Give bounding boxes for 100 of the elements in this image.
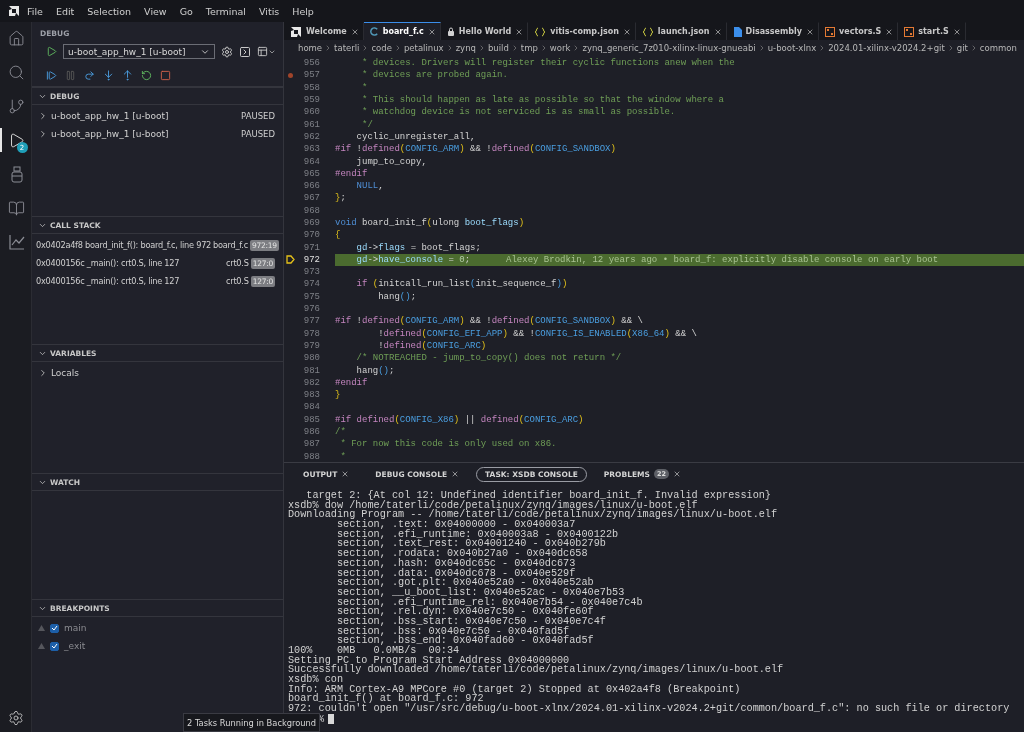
- line-number: 980: [302, 353, 320, 364]
- menu-item[interactable]: Edit: [49, 5, 81, 17]
- breadcrumb-item[interactable]: zynq_generic_7z010-xilinx-linux-gnueabi: [582, 43, 756, 53]
- line-number: 970: [302, 230, 320, 241]
- line-number: 965: [302, 168, 320, 179]
- editor-tab[interactable]: board_f.c: [363, 22, 441, 40]
- code-line: !defined(CONFIG_ARC): [377, 339, 488, 353]
- breakpoint-label[interactable]: main: [64, 623, 87, 633]
- close-icon[interactable]: [673, 470, 681, 478]
- line-number: 968: [302, 205, 320, 216]
- variable-scope[interactable]: Locals: [51, 368, 275, 378]
- breadcrumb-item[interactable]: 2024.01-xilinx-v2024.2+git: [828, 43, 945, 53]
- line-number: 958: [302, 82, 320, 93]
- close-icon[interactable]: [451, 470, 460, 478]
- launch-config-select[interactable]: u-boot_app_hw_1 [u-boot]: [63, 44, 215, 59]
- triangle-icon: [38, 625, 45, 631]
- line-number: 971: [302, 242, 320, 253]
- breakpoint-dot[interactable]: [287, 72, 293, 78]
- session-name[interactable]: u-boot_app_hw_1 [u-boot]: [51, 129, 239, 139]
- code-line: hang();: [377, 290, 418, 303]
- close-icon[interactable]: [350, 27, 359, 36]
- code-line: gd->flags = boot_flags;: [355, 241, 482, 254]
- code-line: * This should happen as late as possible so that the window where a: [361, 94, 725, 107]
- code-line: cyclic_unregister_all,: [355, 130, 477, 144]
- close-icon[interactable]: [952, 27, 961, 36]
- code-line: if (initcall_run_list(init_sequence_f)): [355, 278, 569, 291]
- breadcrumb-item[interactable]: taterli: [334, 43, 360, 53]
- close-icon[interactable]: [622, 27, 631, 36]
- chevron-right-icon[interactable]: [38, 129, 48, 139]
- terminal-line: xsdb% con: [288, 675, 345, 685]
- close-icon[interactable]: [341, 470, 350, 478]
- line-number: 959: [302, 95, 320, 106]
- menu-item[interactable]: Help: [286, 5, 320, 17]
- line-number: 967: [302, 193, 320, 204]
- notification-toast[interactable]: 2 Tasks Running in Background: [183, 713, 321, 732]
- code-line: #if !defined(CONFIG_ARM) && !defined(CONFIG_SANDBOX) && \: [335, 315, 644, 328]
- code-line: NULL,: [355, 180, 385, 193]
- stack-frame[interactable]: 0x0402a4f8 board_init_f(): board_f.c, line 972: [36, 240, 212, 250]
- text-cursor: [328, 714, 335, 725]
- line-number: 981: [302, 365, 320, 376]
- line-number: 962: [302, 131, 320, 142]
- line-number: 969: [302, 218, 320, 228]
- layout-icon[interactable]: [257, 46, 276, 57]
- code-line: void board_init_f(ulong boot_flags): [335, 217, 526, 230]
- breadcrumb-item[interactable]: common: [979, 43, 1017, 53]
- line-number: 979: [302, 340, 320, 351]
- menu-item[interactable]: Go: [173, 5, 199, 17]
- menu-item[interactable]: File: [21, 5, 49, 17]
- breadcrumb-item[interactable]: build: [487, 43, 509, 53]
- chevron-right-icon[interactable]: [38, 111, 48, 121]
- code-line: jump_to_copy,: [355, 155, 428, 168]
- terminal-icon[interactable]: [239, 45, 251, 58]
- breadcrumb-item[interactable]: home: [298, 43, 323, 53]
- menu-item[interactable]: View: [138, 5, 173, 17]
- breadcrumb-item[interactable]: u-boot-xlnx: [767, 43, 817, 53]
- line-number: 986: [302, 427, 320, 438]
- checkbox[interactable]: [50, 641, 59, 651]
- code-line: /* NOTREACHED - jump_to_copy() does not return */: [355, 352, 623, 365]
- breadcrumb-item[interactable]: petalinux: [403, 43, 444, 53]
- terminal-line: section, .text: 0x04000000 - 0x040003a7: [335, 520, 576, 530]
- line-number: 978: [302, 328, 320, 339]
- line-number: 985: [302, 414, 320, 425]
- line-number: 988: [302, 451, 320, 462]
- menu-item[interactable]: Selection: [81, 5, 138, 17]
- breadcrumb-item[interactable]: work: [549, 43, 571, 53]
- stack-frame[interactable]: 0x0400156c _main(): crt0.S, line 127: [36, 276, 225, 286]
- code-line: *: [361, 81, 369, 94]
- code-line: */: [361, 118, 374, 131]
- line-number: 976: [302, 304, 320, 315]
- chevron-right-icon[interactable]: [38, 368, 48, 378]
- checkbox[interactable]: [50, 623, 59, 633]
- breadcrumb-item[interactable]: code: [371, 43, 392, 53]
- code-line: #endif: [335, 167, 369, 180]
- code-line: #endif: [335, 376, 369, 389]
- line-number: 984: [302, 402, 320, 413]
- code-line: * devices. Drivers will register their cyclic functions anew when the: [361, 57, 736, 70]
- session-name[interactable]: u-boot_app_hw_1 [u-boot]: [51, 111, 239, 121]
- settings-icon[interactable]: [7, 710, 24, 726]
- breadcrumb-item[interactable]: zynq: [455, 43, 476, 53]
- close-icon[interactable]: [515, 27, 524, 36]
- stack-frame[interactable]: 0x0400156c _main(): crt0.S, line 127: [36, 258, 225, 268]
- terminal-line: section, __u_boot_list: 0x040e52ac - 0x040e7b53: [335, 587, 625, 598]
- breadcrumb-item[interactable]: git: [956, 43, 968, 53]
- menu-item[interactable]: Vitis: [253, 5, 286, 17]
- line-number: 956: [302, 58, 320, 69]
- close-icon[interactable]: [713, 27, 722, 36]
- code-line: hang();: [355, 364, 396, 377]
- breakpoint-label[interactable]: _exit: [64, 641, 86, 651]
- menu-item[interactable]: Terminal: [199, 5, 252, 17]
- session-status: PAUSED: [241, 111, 275, 121]
- settings-icon[interactable]: [221, 45, 233, 58]
- lock-icon: [446, 26, 455, 37]
- code-line: #if defined(CONFIG_X86) || defined(CONFIG_ARC): [335, 413, 585, 426]
- close-icon[interactable]: [885, 27, 894, 36]
- breadcrumb-item[interactable]: tmp: [520, 43, 538, 53]
- code-line: #if !defined(CONFIG_ARM) && !defined(CONFIG_SANDBOX): [335, 143, 617, 156]
- close-icon[interactable]: [427, 27, 436, 36]
- close-icon[interactable]: [806, 27, 815, 36]
- line-number: 977: [302, 316, 320, 327]
- line-number: 972: [302, 254, 320, 265]
